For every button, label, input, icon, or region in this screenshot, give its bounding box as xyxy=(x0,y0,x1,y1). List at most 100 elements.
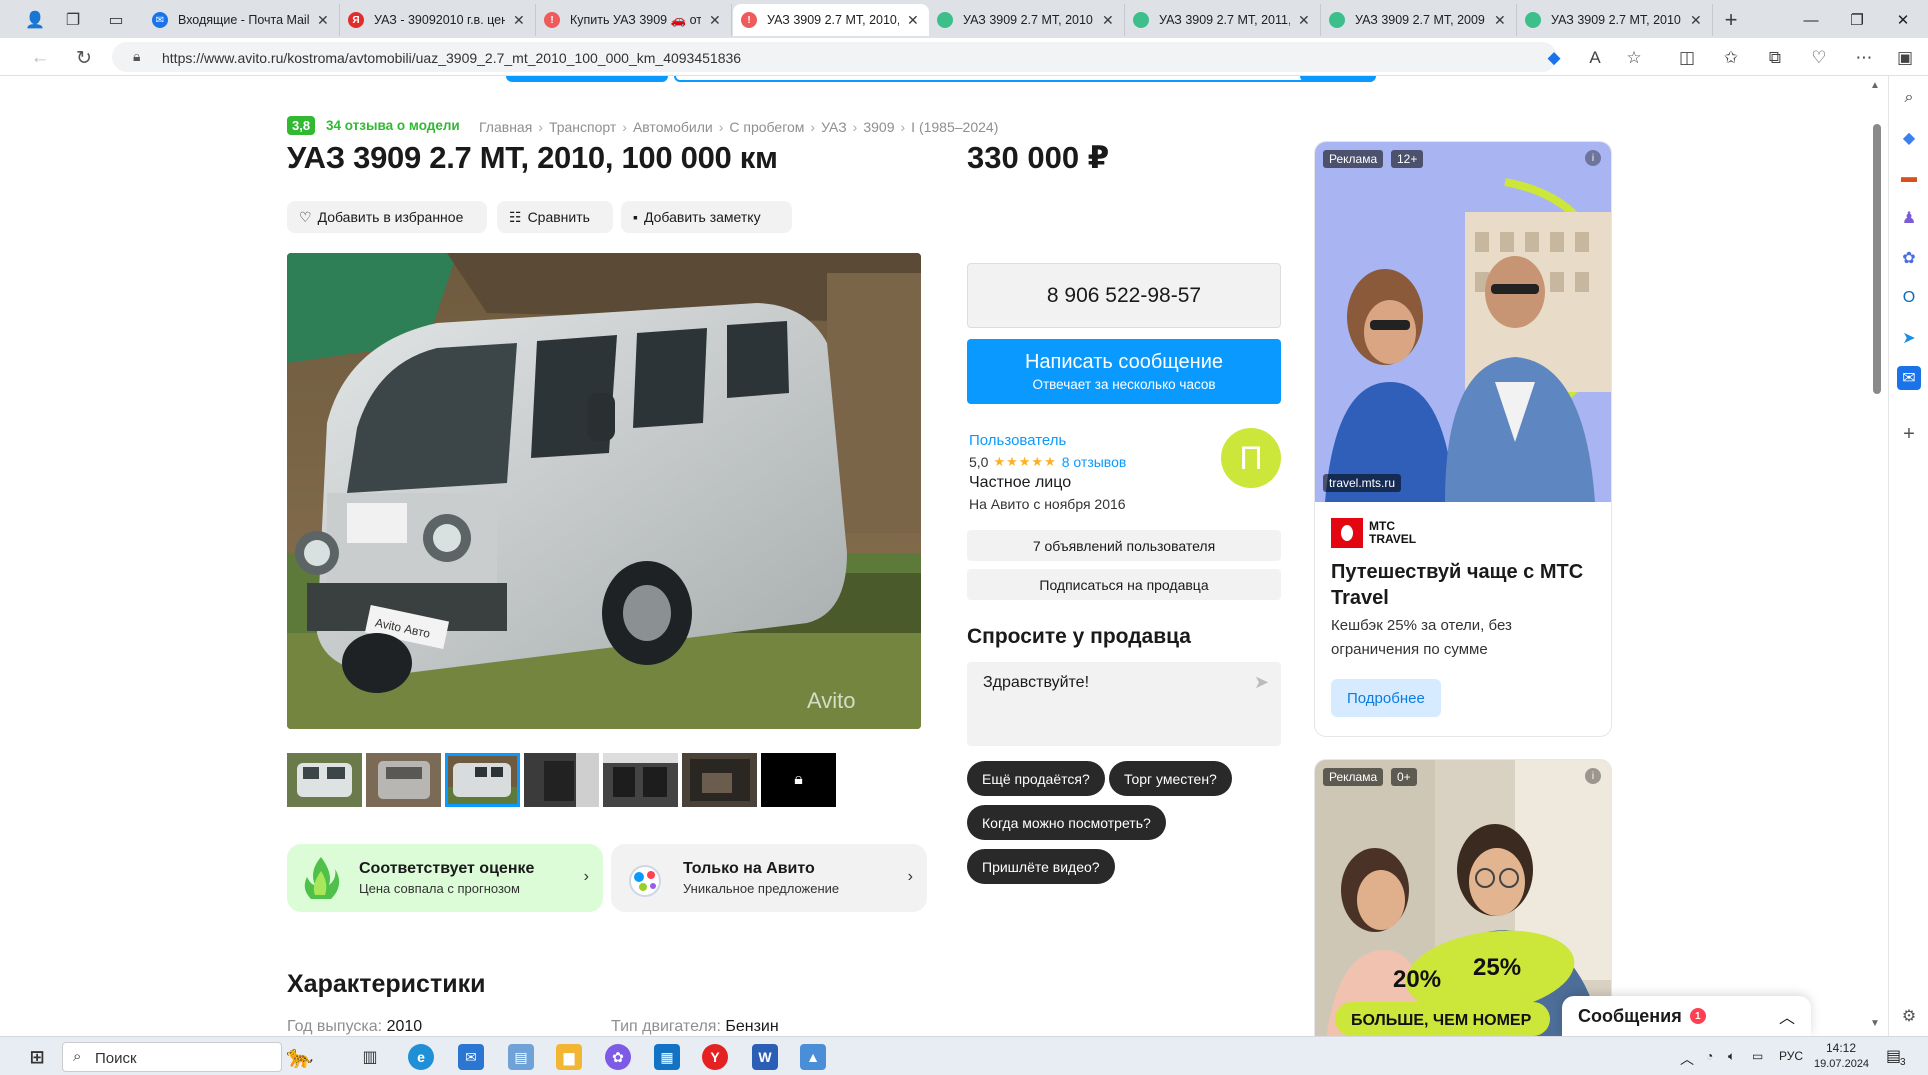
scroll-thumb[interactable] xyxy=(1873,124,1881,394)
breadcrumb-item[interactable]: I (1985–2024) xyxy=(911,119,998,135)
language-indicator[interactable]: РУС xyxy=(1779,1049,1803,1063)
close-icon[interactable]: ✕ xyxy=(513,12,527,29)
collections-icon[interactable]: ⧉ xyxy=(1762,45,1788,71)
search-button-remnant[interactable] xyxy=(1300,76,1376,82)
ad-cta-button[interactable]: Подробнее xyxy=(1331,679,1441,717)
more-photos-thumbnail[interactable]: 🔒︎ xyxy=(761,753,836,807)
info-icon[interactable]: i xyxy=(1585,768,1601,784)
messages-panel[interactable]: Сообщения 1 ︿ xyxy=(1562,996,1811,1036)
browser-essentials-icon[interactable]: ♡ xyxy=(1806,45,1832,71)
breadcrumb-item[interactable]: 3909 xyxy=(863,119,894,135)
copilot-icon[interactable]: ✿ xyxy=(1897,246,1921,270)
store-icon[interactable]: ▦ xyxy=(654,1044,680,1070)
thumbnail[interactable] xyxy=(524,753,599,807)
add-note-button[interactable]: ▪ Добавить заметку xyxy=(621,201,792,233)
clock-time[interactable]: 14:12 xyxy=(1826,1041,1856,1055)
ad-banner-2[interactable]: 20% 25% БОЛЬШЕ, ЧЕМ НОМЕР Реклама 0+ i xyxy=(1314,759,1612,1036)
tab-listing-4[interactable]: УАЗ 3909 2.7 MT, 2009, ✕ xyxy=(1321,4,1517,36)
more-menu-icon[interactable]: ⋯ xyxy=(1851,45,1877,71)
model-reviews-link[interactable]: 34 отзыва о модели xyxy=(326,118,460,133)
split-screen-icon[interactable]: ◫ xyxy=(1674,45,1700,71)
notifications-icon[interactable]: ▤ xyxy=(1886,1046,1901,1066)
page-scrollbar[interactable]: ▲ ▼ xyxy=(1866,76,1886,1036)
tray-chevron-icon[interactable]: ︿ xyxy=(1680,1049,1694,1069)
mail-app-icon[interactable]: ✉ xyxy=(458,1044,484,1070)
thumbnail[interactable] xyxy=(603,753,678,807)
mail-icon[interactable]: ✉ xyxy=(1897,366,1921,390)
games-icon[interactable]: ♟ xyxy=(1897,206,1921,230)
favorite-star-icon[interactable]: ☆ xyxy=(1621,45,1647,71)
quick-question-chip[interactable]: Пришлёте видео? xyxy=(967,849,1115,884)
shopping-tag-icon[interactable]: ◆ xyxy=(1897,126,1921,150)
breadcrumb-item[interactable]: УАЗ xyxy=(821,119,847,135)
settings-gear-icon[interactable]: ⚙ xyxy=(1897,1004,1921,1028)
favorites-icon[interactable]: ✩ xyxy=(1718,45,1744,71)
close-icon[interactable]: ✕ xyxy=(1494,12,1508,29)
extension-tag-icon[interactable]: ◆ xyxy=(1541,45,1567,71)
only-on-avito-card[interactable]: Только на Авито Уникальное предложение › xyxy=(611,844,927,912)
refresh-icon[interactable]: ↻ xyxy=(70,44,98,72)
volume-icon[interactable]: 🔈︎ xyxy=(1728,1049,1735,1064)
search-icon[interactable]: ⌕ xyxy=(1897,86,1921,110)
send-icon[interactable]: ➤ xyxy=(1254,672,1269,693)
thumbnail[interactable] xyxy=(287,753,362,807)
breadcrumb-item[interactable]: Главная xyxy=(479,119,532,135)
profile-icon[interactable]: 👤 xyxy=(22,7,48,33)
tab-avito-search[interactable]: ! Купить УАЗ 3909 🚗 от ✕ xyxy=(536,4,732,36)
copilot-app-icon[interactable]: ✿ xyxy=(605,1044,631,1070)
ad-mts-travel[interactable]: Реклама 12+ i travel.mts.ru МТС TRAVEL П… xyxy=(1314,141,1612,737)
battery-icon[interactable]: ▭ xyxy=(1752,1049,1763,1063)
breadcrumb-item[interactable]: Транспорт xyxy=(549,119,616,135)
tab-listing-2[interactable]: УАЗ 3909 2.7 MT, 2010, ✕ xyxy=(929,4,1125,36)
task-view-icon[interactable]: ▥ xyxy=(357,1044,383,1070)
yandex-browser-icon[interactable]: Y xyxy=(702,1044,728,1070)
thumbnail[interactable] xyxy=(682,753,757,807)
app-icon[interactable]: ▤ xyxy=(508,1044,534,1070)
seller-reviews-link[interactable]: 8 отзывов xyxy=(1062,454,1127,470)
edge-browser-icon[interactable]: e xyxy=(408,1044,434,1070)
quick-question-chip[interactable]: Торг уместен? xyxy=(1109,761,1232,796)
read-aloud-icon[interactable]: A xyxy=(1582,45,1608,71)
restore-icon[interactable]: ❐ xyxy=(1834,6,1880,34)
search-input-remnant[interactable] xyxy=(674,76,1314,82)
scroll-up-icon[interactable]: ▲ xyxy=(1870,80,1880,91)
seller-listings-button[interactable]: 7 объявлений пользователя xyxy=(967,530,1281,561)
tab-active-listing[interactable]: ! УАЗ 3909 2.7 MT, 2010, ✕ xyxy=(733,4,929,36)
photos-icon[interactable]: ▲ xyxy=(800,1044,826,1070)
network-icon[interactable]: ◔ xyxy=(1706,1049,1713,1063)
telegram-icon[interactable]: ➤ xyxy=(1897,326,1921,350)
main-photo[interactable]: Avito Авто Avito xyxy=(287,253,921,729)
avatar[interactable]: П xyxy=(1221,428,1281,488)
quick-question-chip[interactable]: Когда можно посмотреть? xyxy=(967,805,1166,840)
category-button-remnant[interactable] xyxy=(506,76,668,82)
add-favorite-button[interactable]: ♡ Добавить в избранное xyxy=(287,201,487,233)
sidebar-toggle-icon[interactable]: ▣ xyxy=(1892,45,1918,71)
scroll-down-icon[interactable]: ▼ xyxy=(1870,1018,1880,1029)
tab-mail[interactable]: ✉ Входящие - Почта Mail. ✕ xyxy=(144,4,340,36)
tab-listing-5[interactable]: УАЗ 3909 2.7 MT, 2010, ✕ xyxy=(1517,4,1713,36)
tab-actions-icon[interactable]: ▭ xyxy=(103,7,129,33)
url-field[interactable]: 🔒︎ https://www.avito.ru/kostroma/avtomob… xyxy=(112,42,1557,72)
chevron-up-icon[interactable]: ︿ xyxy=(1779,1004,1795,1028)
close-icon[interactable]: ✕ xyxy=(1690,12,1704,29)
subscribe-seller-button[interactable]: Подписаться на продавца xyxy=(967,569,1281,600)
windows-start-icon[interactable]: ⊞ xyxy=(24,1044,50,1070)
file-explorer-icon[interactable]: ▆ xyxy=(556,1044,582,1070)
close-icon[interactable]: ✕ xyxy=(1102,12,1116,29)
close-icon[interactable]: ✕ xyxy=(1298,12,1312,29)
thumbnail-selected[interactable] xyxy=(445,753,520,807)
thumbnail[interactable] xyxy=(366,753,441,807)
phone-number-button[interactable]: 8 906 522-98-57 xyxy=(967,263,1281,328)
tools-icon[interactable]: ▬ xyxy=(1897,166,1921,190)
close-icon[interactable]: ✕ xyxy=(317,12,331,29)
word-icon[interactable]: W xyxy=(752,1044,778,1070)
taskbar-search-field[interactable]: ⌕ Поиск xyxy=(62,1042,282,1072)
clock-date[interactable]: 19.07.2024 xyxy=(1814,1058,1869,1070)
ask-seller-input[interactable]: Здравствуйте! ➤ xyxy=(967,662,1281,746)
minimize-icon[interactable]: — xyxy=(1788,6,1834,34)
tab-yandex[interactable]: Я УАЗ - 39092010 г.в. цен ✕ xyxy=(340,4,536,36)
close-window-icon[interactable]: ✕ xyxy=(1880,6,1926,34)
info-icon[interactable]: i xyxy=(1585,150,1601,166)
back-icon[interactable]: ← xyxy=(26,44,54,72)
breadcrumb-item[interactable]: С пробегом xyxy=(729,119,804,135)
